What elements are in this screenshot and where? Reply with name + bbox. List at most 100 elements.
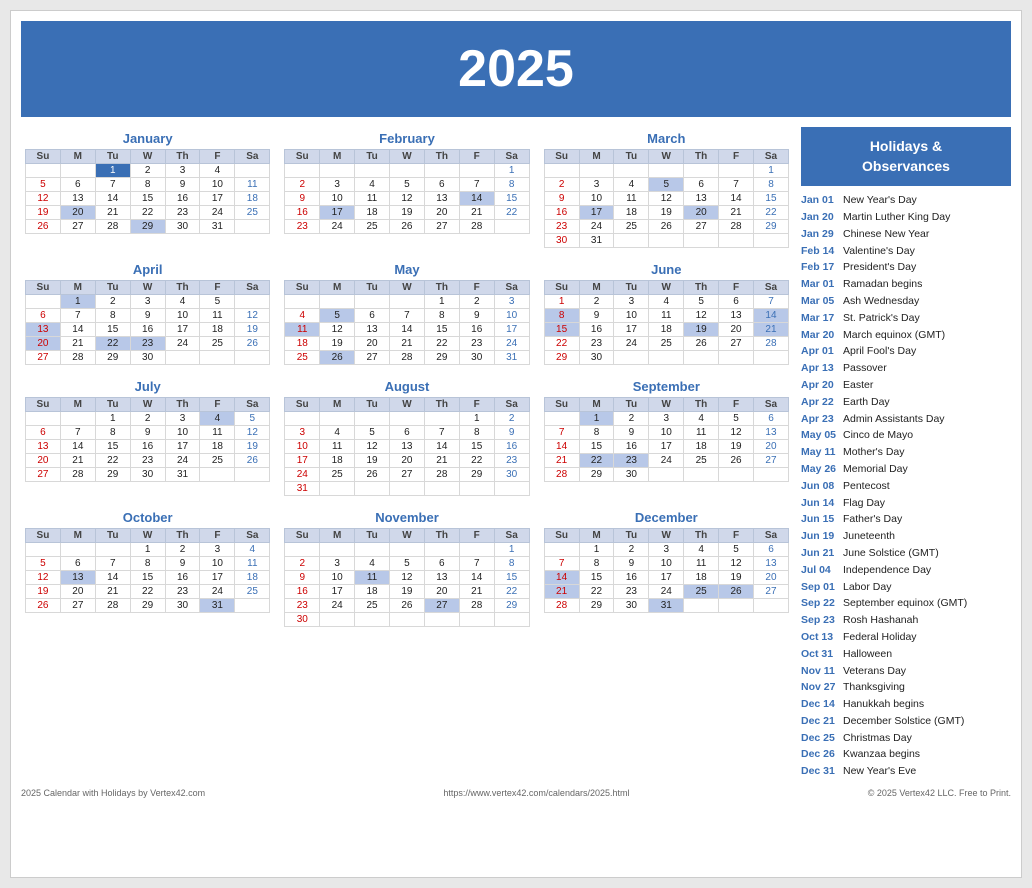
- calendar-day: 16: [165, 192, 200, 206]
- calendar-day: [494, 613, 529, 627]
- calendar-day: 8: [494, 557, 529, 571]
- calendar-day: 13: [754, 557, 789, 571]
- calendar-day: 14: [459, 192, 494, 206]
- calendar-day: 26: [390, 220, 425, 234]
- calendar-day: [684, 351, 719, 365]
- calendar-day: [390, 164, 425, 178]
- calendar-day: [95, 543, 130, 557]
- calendar-day: 8: [544, 309, 579, 323]
- calendar-day: [26, 543, 61, 557]
- calendar-day: 4: [355, 557, 390, 571]
- calendar-day: 21: [459, 206, 494, 220]
- calendar-day: 15: [494, 571, 529, 585]
- day-header: Sa: [494, 529, 529, 543]
- holiday-name: Federal Holiday: [843, 629, 917, 646]
- calendar-day: 30: [459, 351, 494, 365]
- month-title: September: [544, 379, 789, 394]
- day-header: Sa: [754, 281, 789, 295]
- calendar-day: 24: [200, 585, 235, 599]
- calendar-day: [424, 482, 459, 496]
- holiday-date: Mar 01: [801, 276, 839, 293]
- calendar-day: 17: [285, 454, 320, 468]
- calendar-day: 22: [95, 454, 130, 468]
- calendar-day: 17: [579, 206, 614, 220]
- month-grid-table: SuMTuWThFSa12345678910111213141516171819…: [544, 149, 789, 248]
- footer-right: © 2025 Vertex42 LLC. Free to Print.: [868, 788, 1011, 798]
- calendar-day: [235, 164, 270, 178]
- holiday-item: Mar 17St. Patrick's Day: [801, 310, 1011, 327]
- month-title: January: [25, 131, 270, 146]
- calendar-day: 17: [649, 440, 684, 454]
- calendar-day: 23: [614, 454, 649, 468]
- day-header: M: [320, 281, 355, 295]
- month-block-july: JulySuMTuWThFSa1234567891011121314151617…: [21, 375, 274, 500]
- calendar-day: 22: [95, 337, 130, 351]
- calendar-day: 6: [60, 557, 95, 571]
- calendar-day: 18: [285, 337, 320, 351]
- calendar-day: 9: [165, 557, 200, 571]
- calendar-day: [614, 234, 649, 248]
- calendar-day: [614, 351, 649, 365]
- holiday-item: Mar 01Ramadan begins: [801, 276, 1011, 293]
- month-title: November: [284, 510, 529, 525]
- calendar-day: 25: [355, 220, 390, 234]
- holiday-date: Sep 23: [801, 612, 839, 629]
- calendar-day: 18: [684, 571, 719, 585]
- calendar-day: 7: [544, 557, 579, 571]
- calendar-day: 14: [95, 571, 130, 585]
- day-header: F: [719, 281, 754, 295]
- calendar-day: 5: [719, 543, 754, 557]
- calendar-day: 17: [165, 440, 200, 454]
- calendar-day: 22: [494, 585, 529, 599]
- calendar-day: 3: [165, 164, 200, 178]
- month-grid-table: SuMTuWThFSa12345678910111213141516171819…: [284, 397, 529, 496]
- calendar-day: 29: [544, 351, 579, 365]
- day-header: W: [390, 398, 425, 412]
- calendar-day: 20: [719, 323, 754, 337]
- month-title: July: [25, 379, 270, 394]
- calendar-day: 7: [390, 309, 425, 323]
- calendar-day: 11: [320, 440, 355, 454]
- holiday-date: May 05: [801, 427, 839, 444]
- calendar-day: 21: [60, 454, 95, 468]
- calendar-day: 19: [320, 337, 355, 351]
- holiday-date: Sep 22: [801, 595, 839, 612]
- page: 20 25 January SuMTuWThFSa12345678910111213…: [10, 10, 1022, 878]
- day-header: W: [649, 281, 684, 295]
- calendar-day: 21: [390, 337, 425, 351]
- holiday-name: Earth Day: [843, 394, 890, 411]
- calendar-day: 15: [95, 323, 130, 337]
- calendar-day: 7: [459, 178, 494, 192]
- calendar-day: 30: [285, 613, 320, 627]
- holiday-date: Jul 04: [801, 562, 839, 579]
- calendar-day: 27: [60, 220, 95, 234]
- holiday-date: Dec 31: [801, 763, 839, 780]
- calendar-day: [200, 468, 235, 482]
- calendar-day: 28: [95, 599, 130, 613]
- day-header: W: [390, 150, 425, 164]
- day-header: F: [459, 529, 494, 543]
- day-header: Su: [26, 529, 61, 543]
- month-title: August: [284, 379, 529, 394]
- calendar-area: January SuMTuWThFSa1234567891011121314151…: [21, 127, 793, 780]
- day-header: W: [130, 398, 165, 412]
- calendar-day: [424, 543, 459, 557]
- calendar-day: 29: [95, 468, 130, 482]
- calendar-day: 14: [60, 440, 95, 454]
- calendar-day: 6: [424, 557, 459, 571]
- calendar-day: 14: [544, 440, 579, 454]
- calendar-day: 31: [285, 482, 320, 496]
- holiday-item: Apr 13Passover: [801, 360, 1011, 377]
- calendar-day: 16: [285, 585, 320, 599]
- calendar-day: 18: [320, 454, 355, 468]
- calendar-day: 8: [95, 309, 130, 323]
- calendar-day: 24: [614, 337, 649, 351]
- day-header: Su: [544, 150, 579, 164]
- calendar-day: 9: [285, 192, 320, 206]
- calendar-day: 18: [355, 206, 390, 220]
- calendar-day: 9: [285, 571, 320, 585]
- calendar-day: 27: [390, 468, 425, 482]
- holiday-date: Dec 14: [801, 696, 839, 713]
- holiday-item: Sep 23Rosh Hashanah: [801, 612, 1011, 629]
- calendar-day: 7: [424, 426, 459, 440]
